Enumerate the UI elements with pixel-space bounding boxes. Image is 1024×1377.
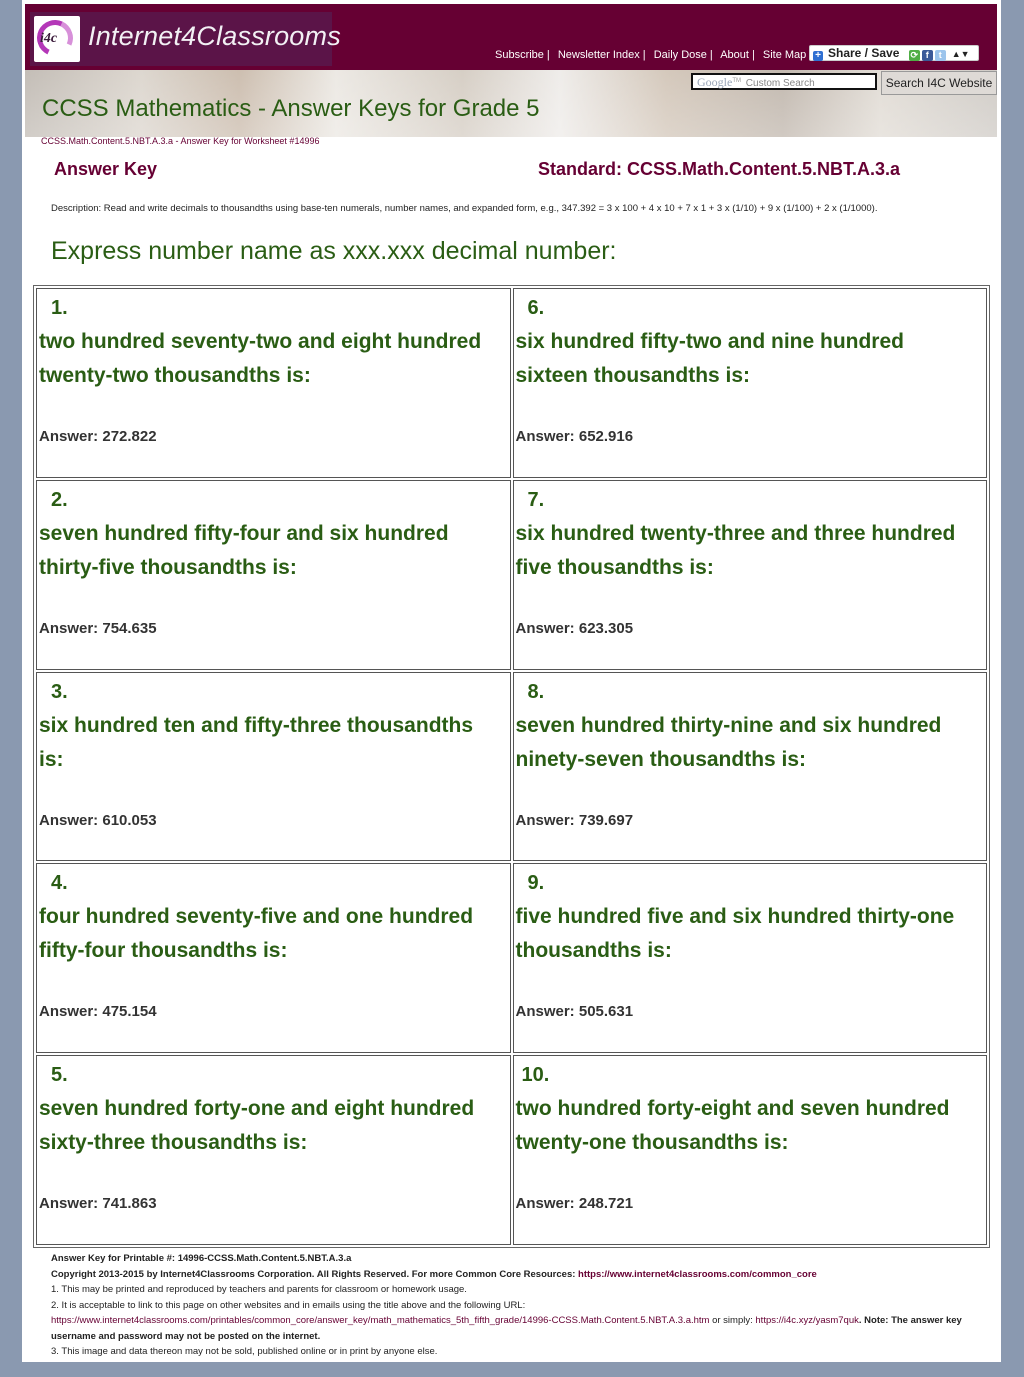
- twitter-icon[interactable]: t: [934, 50, 946, 61]
- instructions: Express number name as xxx.xxx decimal n…: [51, 237, 617, 265]
- usage-note-1: 1. This may be printed and reproduced by…: [51, 1284, 467, 1295]
- problem-answer: Answer: 505.631: [515, 1003, 634, 1021]
- problem-cell: 9. five hundred five and six hundred thi…: [512, 863, 987, 1054]
- problem-number: 4.: [51, 872, 68, 895]
- description: Description: Read and write decimals to …: [51, 203, 878, 214]
- problem-number: 10.: [521, 1064, 550, 1087]
- problem-cell: 6. six hundred fifty-two and nine hundre…: [512, 288, 987, 478]
- page-title: CCSS Mathematics - Answer Keys for Grade…: [42, 95, 540, 122]
- problem-number: 1.: [51, 297, 68, 319]
- i4c-logo-icon: i4c: [34, 16, 80, 62]
- problem-question: two hundred seventy-two and eight hundre…: [39, 330, 482, 387]
- problem-question: seven hundred forty-one and eight hundre…: [39, 1097, 475, 1155]
- problem-question: two hundred forty-eight and seven hundre…: [515, 1097, 950, 1155]
- answer-key-title: Answer Key: [54, 159, 158, 179]
- usage-note-3: 3. This image and data thereon may not b…: [51, 1346, 438, 1357]
- problem-cell: 10. two hundred forty-eight and seven hu…: [512, 1055, 987, 1245]
- problem-number: 3.: [51, 680, 68, 703]
- problem-answer: Answer: 652.916: [515, 428, 634, 445]
- copyright-line: Copyright 2013-2015 by Internet4Classroo…: [51, 1268, 817, 1280]
- expand-arrows-icon[interactable]: ▲▼: [952, 49, 970, 59]
- nav-daily-dose[interactable]: Daily Dose: [654, 49, 707, 61]
- problem-answer: Answer: 475.154: [39, 1003, 157, 1021]
- site-name: Internet4Classrooms: [88, 21, 341, 51]
- problem-number: 6.: [527, 297, 545, 319]
- problem-number: 7.: [527, 488, 545, 511]
- problem-question: five hundred five and six hundred thirty…: [515, 905, 955, 963]
- problem-question: six hundred fifty-two and nine hundred s…: [515, 330, 905, 387]
- problem-answer: Answer: 610.053: [39, 811, 157, 829]
- problem-answer: Answer: 741.863: [39, 1195, 157, 1213]
- page: i4c Internet4Classrooms Subscribe | Newsl…: [22, 0, 1001, 1362]
- header-banner: GoogleTM Custom Search Search I4C Websit…: [25, 70, 997, 137]
- facebook-icon[interactable]: f: [921, 50, 933, 61]
- problem-cell: 5. seven hundred forty-one and eight hun…: [36, 1055, 511, 1245]
- problem-number: 8.: [527, 680, 545, 703]
- site-logo[interactable]: i4c Internet4Classrooms: [30, 12, 341, 66]
- printable-id: Answer Key for Printable #: 14996-CCSS.M…: [51, 1253, 352, 1264]
- worksheet-long-url-link[interactable]: https://www.internet4classrooms.com/prin…: [51, 1315, 709, 1326]
- problem-answer: Answer: 623.305: [515, 619, 634, 637]
- common-core-link[interactable]: https://www.internet4classrooms.com/comm…: [578, 1269, 817, 1280]
- worksheet-short-url-link[interactable]: https://i4c.xyz/yasm7quk: [755, 1315, 858, 1326]
- problem-number: 5.: [51, 1064, 68, 1087]
- problem-cell: 3. six hundred ten and fifty-three thous…: [36, 671, 511, 862]
- footer: Answer Key for Printable #: 14996-CCSS.M…: [51, 1251, 996, 1360]
- problem-cell: 4. four hundred seventy-five and one hun…: [36, 863, 511, 1054]
- problem-question: six hundred twenty-three and three hundr…: [515, 521, 956, 579]
- nav-newsletter-index[interactable]: Newsletter Index: [558, 49, 640, 61]
- search-input[interactable]: GoogleTM Custom Search: [691, 73, 877, 90]
- standard-label: Standard: CCSS.Math.Content.5.NBT.A.3.a: [538, 159, 901, 179]
- problem-answer: Answer: 754.635: [39, 619, 157, 637]
- usage-note-2: 2. It is acceptable to link to this page…: [51, 1299, 526, 1311]
- plus-icon: +: [813, 51, 823, 61]
- problem-question: four hundred seventy-five and one hundre…: [39, 905, 474, 963]
- problem-cell: 2. seven hundred fifty-four and six hund…: [36, 479, 511, 670]
- nav-about[interactable]: About: [720, 49, 749, 61]
- problem-cell: 1. two hundred seventy-two and eight hun…: [36, 288, 511, 478]
- url-note: https://www.internet4classrooms.com/prin…: [51, 1315, 962, 1342]
- problem-cell: 8. seven hundred thirty-nine and six hun…: [512, 671, 987, 862]
- problem-number: 9.: [527, 872, 545, 895]
- nav-subscribe[interactable]: Subscribe: [495, 49, 544, 61]
- share-save-button[interactable]: + Share / Save ⟳ f t ▲▼: [809, 45, 979, 61]
- masthead: i4c Internet4Classrooms Subscribe | Newsl…: [25, 4, 997, 70]
- breadcrumb[interactable]: CCSS.Math.Content.5.NBT.A.3.a - Answer K…: [41, 136, 319, 146]
- search-button[interactable]: Search I4C Website: [881, 71, 997, 95]
- problem-number: 2.: [51, 488, 68, 511]
- nav-site-map[interactable]: Site Map: [763, 49, 806, 61]
- problem-answer: Answer: 272.822: [39, 428, 157, 445]
- share-label: Share / Save: [828, 46, 900, 60]
- problem-cell: 7. six hundred twenty-three and three hu…: [512, 479, 987, 670]
- top-nav: Subscribe | Newsletter Index | Daily Dose |…: [495, 49, 807, 61]
- problem-answer: Answer: 248.721: [515, 1195, 634, 1213]
- problem-question: seven hundred fifty-four and six hundred…: [39, 521, 449, 579]
- problem-question: six hundred ten and fifty-three thousand…: [39, 713, 474, 771]
- addtoany-icon[interactable]: ⟳: [908, 50, 920, 61]
- problem-answer: Answer: 739.697: [515, 811, 634, 829]
- problem-question: seven hundred thirty-nine and six hundre…: [515, 713, 942, 771]
- problems-table: 1. two hundred seventy-two and eight hun…: [33, 285, 990, 1248]
